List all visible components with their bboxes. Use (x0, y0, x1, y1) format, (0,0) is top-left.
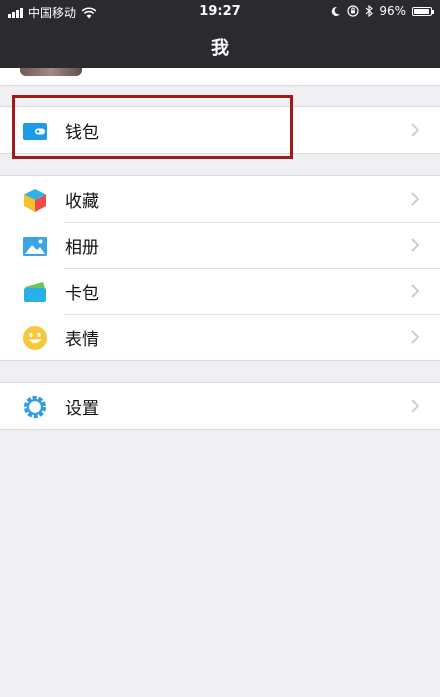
menu-item-wallet[interactable]: 钱包 (0, 107, 440, 153)
chevron-right-icon (411, 284, 420, 298)
status-right: 96% (330, 4, 434, 18)
battery-level (414, 8, 429, 14)
menu-item-label: 相册 (65, 237, 99, 258)
chevron-right-icon (411, 330, 420, 344)
bluetooth-icon (365, 5, 374, 17)
avatar[interactable] (20, 68, 82, 76)
group-settings: 设置 (0, 382, 440, 430)
group-wallet: 钱包 (0, 106, 440, 154)
carrier-name: 中国移动 (28, 6, 77, 20)
top-bar: 中国移动 19:27 96% 我 (0, 0, 440, 68)
chevron-right-icon (411, 192, 420, 206)
gear-icon (23, 395, 47, 419)
moon-icon (332, 6, 341, 16)
profile-header[interactable] (0, 68, 440, 86)
page-title: 我 (211, 38, 229, 59)
chevron-right-icon (411, 399, 420, 413)
battery-icon (412, 6, 434, 16)
menu-item-label: 表情 (65, 329, 99, 350)
menu-item-album[interactable]: 相册 (0, 222, 440, 268)
smiley-icon (23, 326, 47, 350)
status-left: 中国移动 (8, 4, 97, 21)
orientation-lock-icon (347, 5, 359, 17)
card-wallet-icon (24, 282, 46, 302)
chevron-right-icon (411, 123, 420, 137)
menu-item-card-wallet[interactable]: 卡包 (0, 268, 440, 314)
wifi-icon (81, 6, 97, 18)
status-bar: 中国移动 19:27 96% (0, 0, 440, 22)
group-content: 收藏 相册 卡包 表情 (0, 175, 440, 361)
favorites-cube-icon (24, 189, 46, 212)
menu-item-stickers[interactable]: 表情 (0, 314, 440, 360)
menu-item-label: 钱包 (65, 122, 99, 143)
menu-item-label: 卡包 (65, 283, 99, 304)
chevron-right-icon (411, 238, 420, 252)
menu-item-favorites[interactable]: 收藏 (0, 176, 440, 222)
signal-strength-icon (8, 7, 23, 18)
menu-item-label: 设置 (65, 398, 99, 419)
menu-item-label: 收藏 (65, 191, 99, 212)
menu-item-settings[interactable]: 设置 (0, 383, 440, 429)
album-icon (23, 237, 47, 256)
wallet-icon (23, 123, 47, 140)
battery-percentage: 96% (379, 4, 406, 18)
